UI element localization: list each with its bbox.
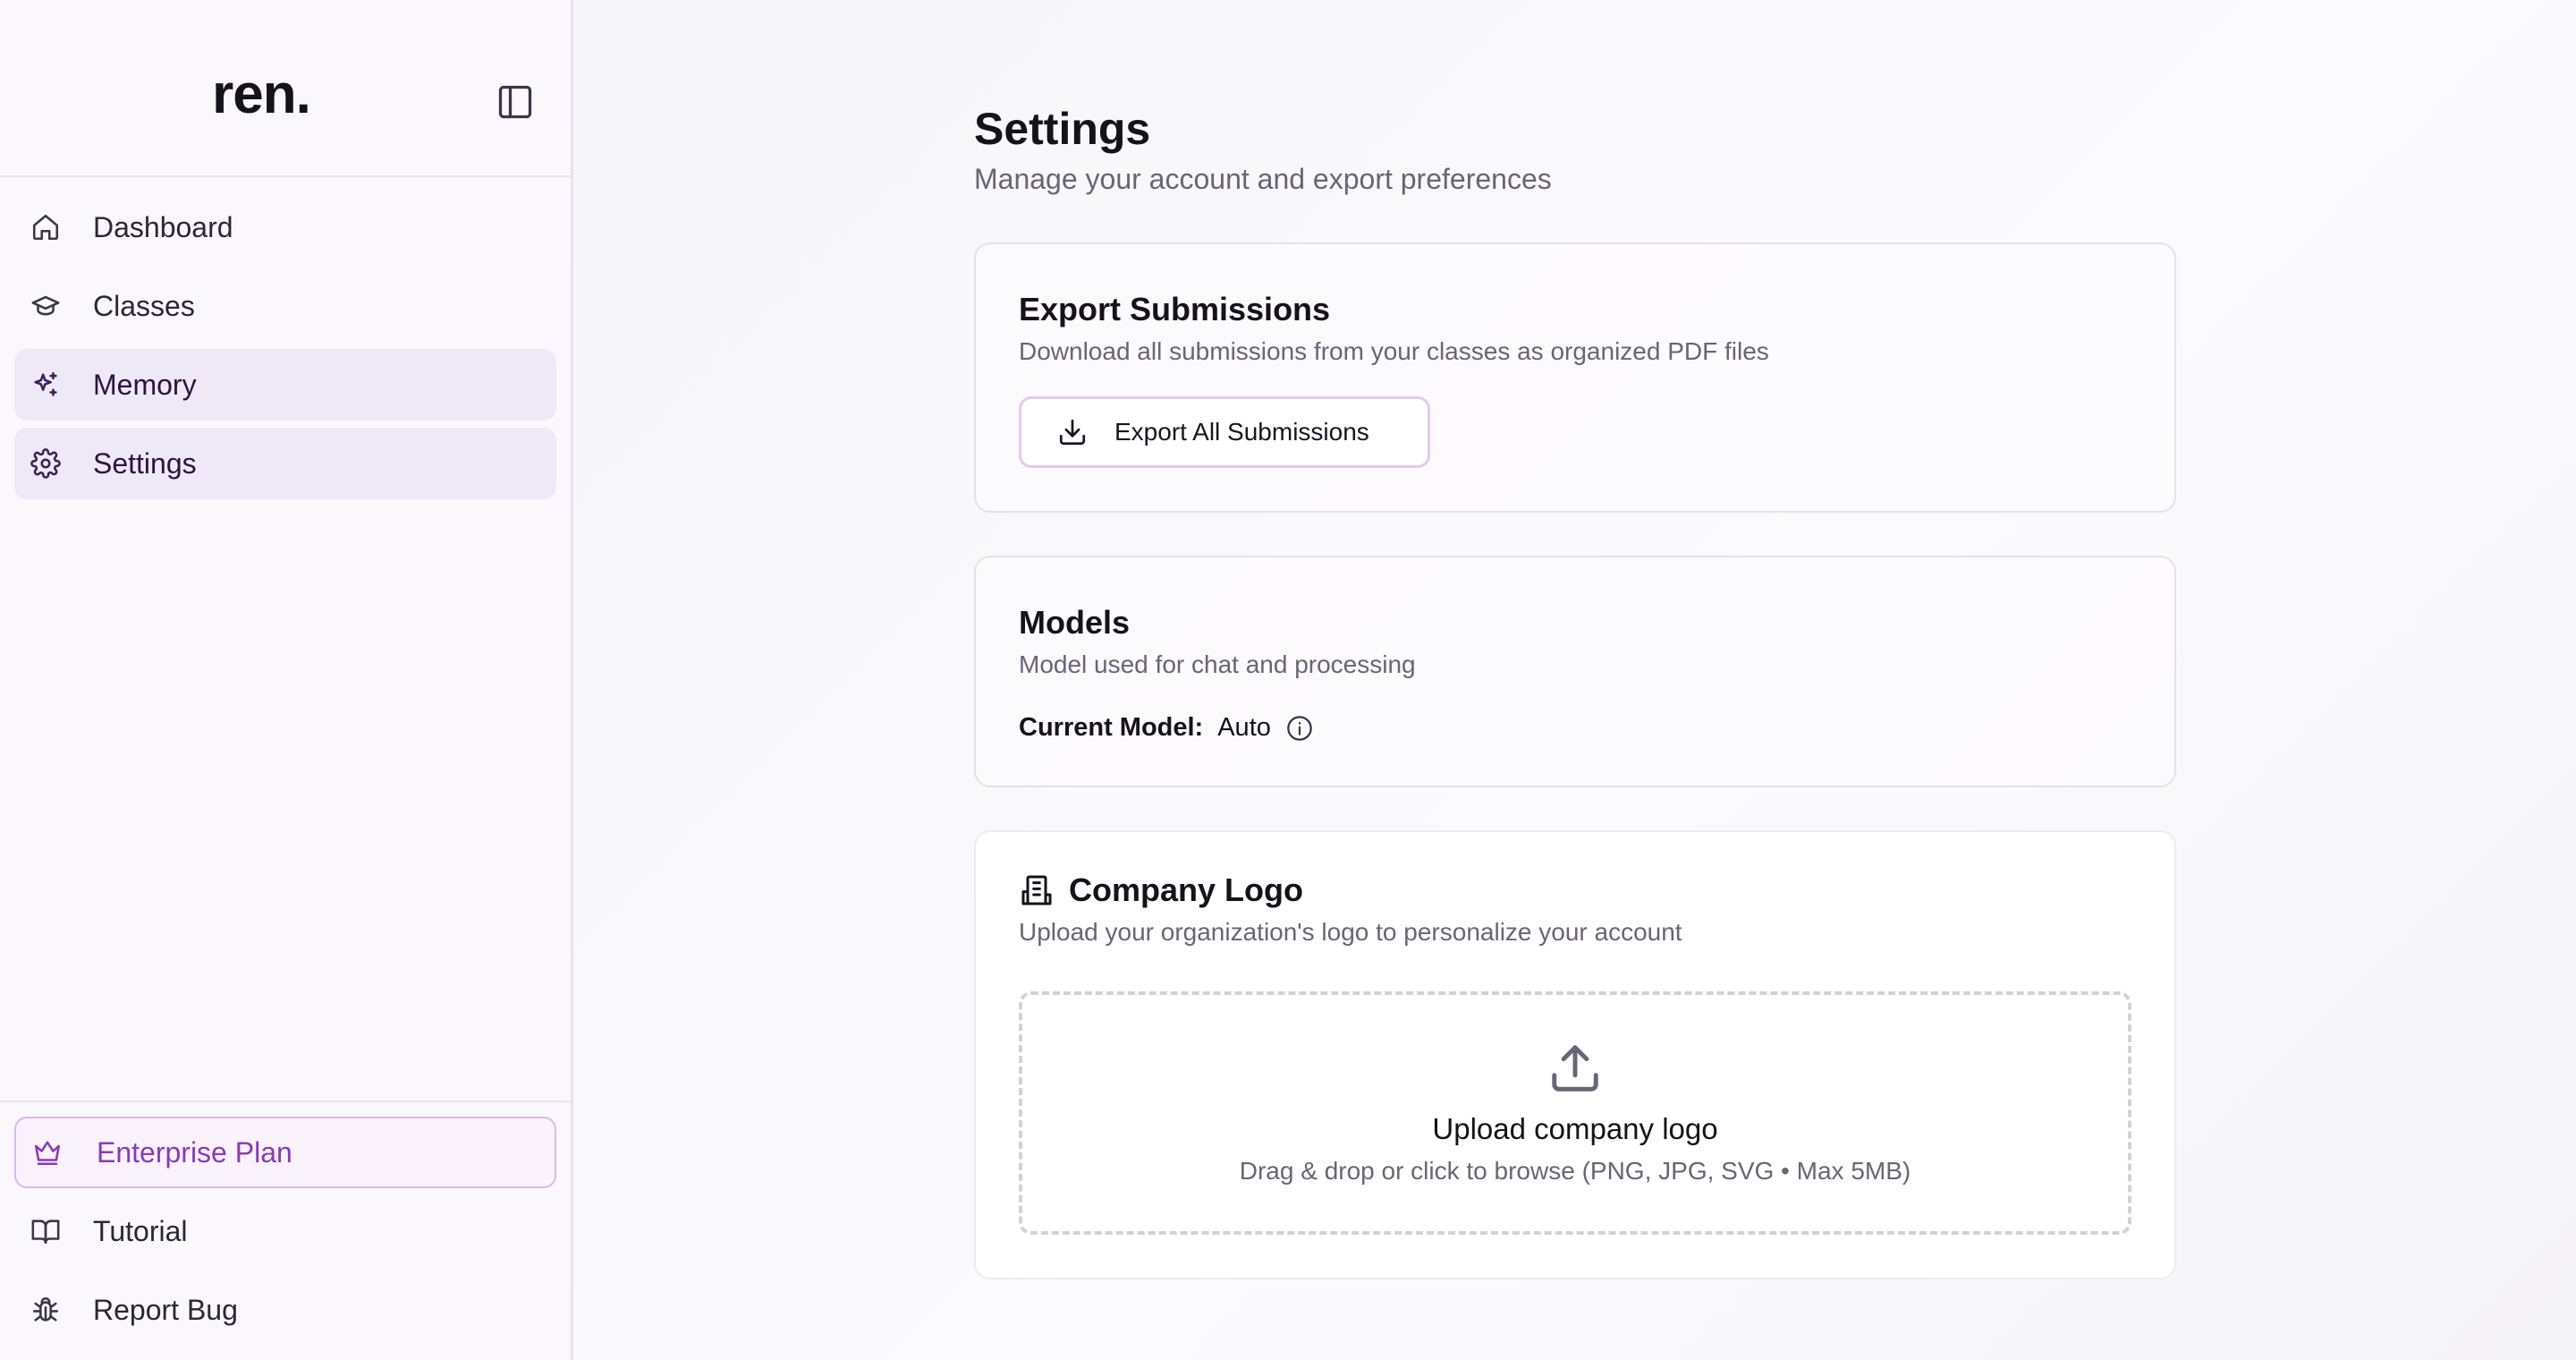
sidebar-item-settings[interactable]: Settings bbox=[14, 428, 556, 499]
app-root: ren. Dashboard Classes Memory Settings E… bbox=[0, 0, 2576, 1360]
sidebar-item-label: Memory bbox=[93, 368, 197, 401]
bug-icon bbox=[29, 1292, 86, 1328]
home-icon bbox=[29, 209, 86, 245]
book-open-icon bbox=[29, 1213, 86, 1249]
gear-icon bbox=[29, 446, 86, 481]
panel-left-icon bbox=[498, 85, 532, 119]
sidebar-nav: Dashboard Classes Memory Settings bbox=[0, 177, 571, 506]
sidebar-item-label: Settings bbox=[93, 446, 197, 480]
card-description: Upload your organization's logo to perso… bbox=[1019, 918, 1682, 946]
building-icon bbox=[1019, 872, 1055, 908]
sidebar-item-classes[interactable]: Classes bbox=[14, 270, 556, 342]
sidebar-item-dashboard[interactable]: Dashboard bbox=[14, 191, 556, 263]
settings-container: Settings Manage your account and export … bbox=[974, 100, 2176, 1279]
export-submissions-card: Export Submissions Download all submissi… bbox=[974, 242, 2176, 513]
sidebar-item-label: Classes bbox=[93, 289, 195, 322]
crown-icon bbox=[30, 1135, 88, 1170]
button-label: Export All Submissions bbox=[1114, 418, 1369, 446]
page-title: Settings bbox=[974, 104, 1151, 154]
upload-icon bbox=[1552, 1045, 1598, 1092]
sidebar-header: ren. bbox=[0, 0, 571, 177]
graduation-cap-icon bbox=[29, 288, 86, 324]
info-icon[interactable] bbox=[1285, 714, 1314, 743]
main-content: Settings Manage your account and export … bbox=[573, 0, 2576, 1360]
card-title: Company Logo bbox=[1069, 871, 1303, 908]
card-title-row: Company Logo bbox=[1019, 871, 2131, 909]
sidebar: ren. Dashboard Classes Memory Settings E… bbox=[0, 0, 573, 1360]
download-icon bbox=[1059, 419, 1086, 446]
models-card: Models Model used for chat and processin… bbox=[974, 556, 2176, 787]
app-logo[interactable]: ren. bbox=[0, 63, 522, 126]
upload-title: Upload company logo bbox=[1432, 1112, 1718, 1145]
sidebar-item-label: Report Bug bbox=[93, 1293, 238, 1326]
current-model-row: Current Model: Auto bbox=[1019, 713, 2131, 743]
sidebar-item-label: Dashboard bbox=[93, 210, 233, 243]
sparkles-icon bbox=[29, 367, 86, 403]
enterprise-plan-button[interactable]: Enterprise Plan bbox=[14, 1117, 556, 1188]
current-model-label: Current Model: bbox=[1019, 713, 1204, 742]
sidebar-item-report-bug[interactable]: Report Bug bbox=[14, 1274, 556, 1346]
sidebar-item-tutorial[interactable]: Tutorial bbox=[14, 1195, 556, 1267]
plan-label: Enterprise Plan bbox=[97, 1135, 292, 1169]
card-description: Download all submissions from your class… bbox=[1019, 337, 1769, 365]
company-logo-card: Company Logo Upload your organization's … bbox=[974, 830, 2176, 1279]
sidebar-bottom: Enterprise Plan Tutorial Report Bug bbox=[0, 1101, 571, 1360]
sidebar-item-label: Tutorial bbox=[93, 1214, 188, 1247]
sidebar-toggle-button[interactable] bbox=[494, 81, 537, 123]
upload-hint: Drag & drop or click to browse (PNG, JPG… bbox=[1239, 1157, 1911, 1185]
card-description: Model used for chat and processing bbox=[1019, 650, 1416, 678]
logo-upload-dropzone[interactable]: Upload company logo Drag & drop or click… bbox=[1019, 991, 2131, 1235]
card-title: Export Submissions bbox=[1019, 291, 1331, 327]
page-subtitle: Manage your account and export preferenc… bbox=[974, 163, 1552, 195]
card-title: Models bbox=[1019, 604, 1131, 641]
current-model-value: Auto bbox=[1217, 713, 1271, 742]
export-all-submissions-button[interactable]: Export All Submissions bbox=[1019, 396, 1430, 468]
sidebar-item-memory[interactable]: Memory bbox=[14, 349, 556, 421]
